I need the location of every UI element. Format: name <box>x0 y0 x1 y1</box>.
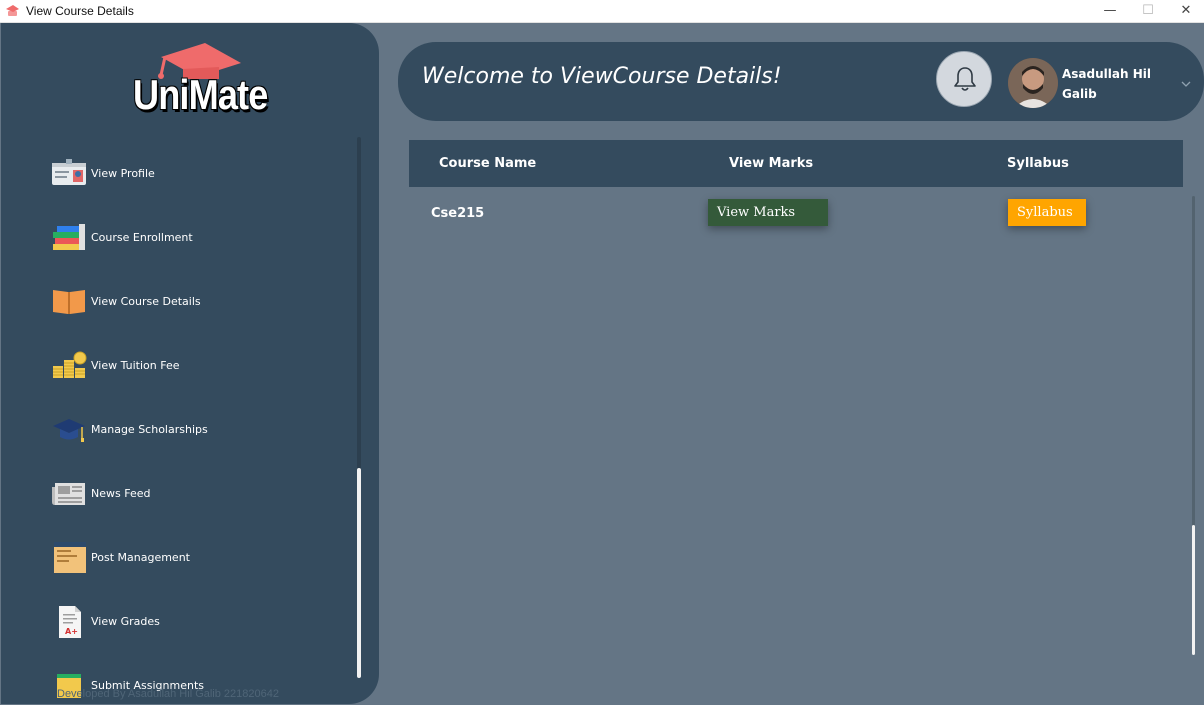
user-name[interactable]: Asadullah Hil Galib <box>1062 64 1158 104</box>
column-header-view-marks: View Marks <box>729 156 814 171</box>
user-photo <box>1008 58 1058 108</box>
bell-icon <box>954 67 976 91</box>
notification-button[interactable] <box>936 51 992 107</box>
sidebar-item-course-enrollment[interactable]: Course Enrollment <box>51 218 341 258</box>
sidebar-item-label: View Profile <box>91 167 155 180</box>
sidebar-item-label: View Tuition Fee <box>91 359 180 372</box>
sidebar-item-label: View Grades <box>91 615 160 628</box>
sidebar-item-label: View Course Details <box>91 295 201 308</box>
grade-sheet-icon: A+ <box>59 606 81 638</box>
app-body: UniMate View Profile Course Enrollment V… <box>0 23 1204 705</box>
open-book-icon <box>53 290 85 314</box>
chevron-down-icon[interactable] <box>1180 78 1192 90</box>
header-bar: Welcome to ViewCourse Details! Asadullah… <box>398 42 1204 121</box>
user-avatar[interactable] <box>1008 58 1058 108</box>
post-board-icon <box>54 542 86 573</box>
close-button[interactable]: ✕ <box>1166 0 1204 23</box>
column-header-syllabus: Syllabus <box>1007 156 1069 171</box>
app-logo-icon <box>6 5 19 16</box>
sidebar-item-view-course-details[interactable]: View Course Details <box>51 282 341 322</box>
sidebar-item-news-feed[interactable]: News Feed <box>51 474 341 514</box>
graduation-cap-icon <box>53 419 85 442</box>
window-title: View Course Details <box>26 4 134 18</box>
developer-credit: Developed By Asadullah Hil Galib 2218206… <box>57 688 279 700</box>
sidebar-item-view-grades[interactable]: A+ View Grades <box>51 602 341 642</box>
unimate-logo: UniMate <box>129 41 269 121</box>
column-header-course-name: Course Name <box>439 156 537 171</box>
logo-text: UniMate <box>133 71 268 118</box>
sidebar: UniMate View Profile Course Enrollment V… <box>1 23 379 704</box>
sidebar-item-label: Manage Scholarships <box>91 423 208 436</box>
view-marks-button[interactable]: View Marks <box>708 199 828 226</box>
welcome-heading: Welcome to ViewCourse Details! <box>422 64 782 89</box>
maximize-button[interactable]: ☐ <box>1128 0 1168 23</box>
sidebar-item-view-profile[interactable]: View Profile <box>51 154 341 194</box>
books-stack-icon <box>53 224 85 250</box>
sidebar-scrollbar-thumb[interactable] <box>357 468 361 678</box>
content-scrollbar-thumb[interactable] <box>1192 525 1195 655</box>
course-name-cell: Cse215 <box>431 206 485 221</box>
newspaper-icon <box>52 483 85 505</box>
id-card-icon <box>52 159 86 185</box>
sidebar-item-post-management[interactable]: Post Management <box>51 538 341 578</box>
syllabus-button[interactable]: Syllabus <box>1008 199 1086 226</box>
sidebar-item-manage-scholarships[interactable]: Manage Scholarships <box>51 410 341 450</box>
sidebar-item-label: Course Enrollment <box>91 231 193 244</box>
sidebar-item-label: Post Management <box>91 551 190 564</box>
minimize-button[interactable]: — <box>1090 0 1130 23</box>
table-header: Course Name View Marks Syllabus <box>409 140 1183 187</box>
svg-text:A+: A+ <box>65 627 78 636</box>
coin-stacks-icon <box>53 351 87 378</box>
sidebar-item-label: News Feed <box>91 487 151 500</box>
window-titlebar: View Course Details — ☐ ✕ <box>0 0 1204 23</box>
sidebar-item-view-tuition-fee[interactable]: View Tuition Fee <box>51 346 341 386</box>
